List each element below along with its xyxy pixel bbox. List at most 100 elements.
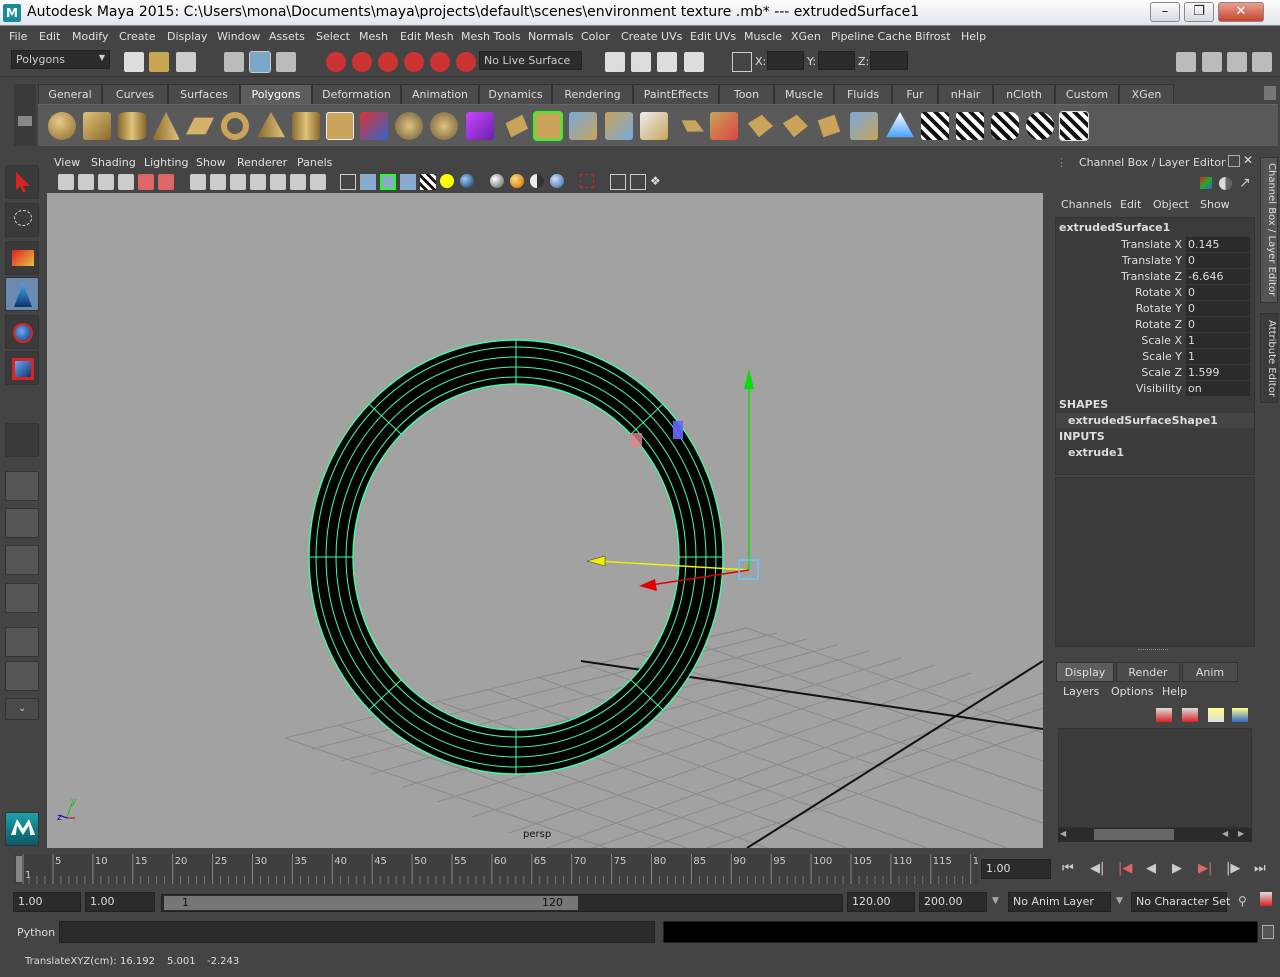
help-menu[interactable]: Help <box>1162 685 1187 698</box>
render-current-frame-icon[interactable] <box>631 52 651 72</box>
menu-create-uvs[interactable]: Create UVs <box>621 30 682 43</box>
viewport-menu-shading[interactable]: Shading <box>91 156 136 169</box>
menu-help[interactable]: Help <box>961 30 986 43</box>
lasso-tool-icon[interactable] <box>5 203 39 237</box>
default-light-icon[interactable] <box>440 174 454 188</box>
options-menu[interactable]: Options <box>1111 685 1153 698</box>
attr-row[interactable]: Scale Z 1.599 <box>1056 365 1252 381</box>
persp-graph-layout-icon[interactable] <box>5 583 39 613</box>
move-layer-down-icon[interactable] <box>1182 708 1198 722</box>
screen-space-ao-icon[interactable] <box>490 174 504 188</box>
start-time-field[interactable]: 1.00 <box>13 892 81 912</box>
create-empty-layer-icon[interactable] <box>1208 708 1224 722</box>
pivot-handle-red[interactable] <box>630 433 642 447</box>
film-gate-icon[interactable] <box>210 174 226 190</box>
shelf-tab-muscle[interactable]: Muscle <box>774 84 834 104</box>
rotate-tool-icon[interactable] <box>5 315 39 349</box>
quadrangulate-icon[interactable] <box>782 114 808 138</box>
smooth-icon[interactable] <box>466 112 494 140</box>
shelf-tab-dynamics[interactable]: Dynamics <box>479 84 552 104</box>
float-panel-icon[interactable] <box>1228 155 1240 167</box>
menu-normals[interactable]: Normals <box>528 30 574 43</box>
current-time-marker[interactable] <box>16 856 22 882</box>
y-axis-handle[interactable] <box>744 369 754 389</box>
snap-grid-icon[interactable] <box>326 52 346 72</box>
menu-create[interactable]: Create <box>119 30 156 43</box>
attr-row[interactable]: Scale Y1 <box>1056 349 1252 365</box>
attr-row[interactable]: Translate Y0 <box>1056 253 1252 269</box>
channels-menu[interactable]: Channels <box>1061 198 1112 211</box>
play-backwards-icon[interactable]: ◀ <box>1146 861 1156 876</box>
viewport-menu-renderer[interactable]: Renderer <box>237 156 287 169</box>
scale-tool-icon[interactable] <box>5 351 39 385</box>
safe-action-icon[interactable] <box>290 174 306 190</box>
shelf-tab-custom[interactable]: Custom <box>1055 84 1119 104</box>
step-back-frame-icon[interactable]: ◀| <box>1090 861 1104 876</box>
current-frame-field[interactable]: 1.00 <box>981 859 1051 879</box>
xray-icon[interactable] <box>610 174 626 190</box>
shelf-tab-curves[interactable]: Curves <box>102 84 168 104</box>
wireframe-icon[interactable] <box>340 174 356 190</box>
character-set-dropdown[interactable]: No Character Set <box>1131 892 1230 912</box>
command-input[interactable] <box>59 921 655 943</box>
attr-row[interactable]: Rotate Z0 <box>1056 317 1252 333</box>
move-tool-icon[interactable] <box>5 277 39 311</box>
tab-channel-box-layer-editor[interactable]: Channel Box / Layer Editor <box>1260 157 1278 303</box>
magnet-icon[interactable] <box>456 52 476 72</box>
image-plane-icon[interactable] <box>118 174 134 190</box>
playback-end-field[interactable]: 120.00 <box>847 892 915 912</box>
animation-preferences-icon[interactable] <box>1260 892 1272 906</box>
checker-uv-icon[interactable] <box>921 112 949 140</box>
step-back-key-icon[interactable]: |◀ <box>1118 861 1132 876</box>
menu-muscle[interactable]: Muscle <box>744 30 782 43</box>
shelf-tab-painteffects[interactable]: PaintEffects <box>633 84 719 104</box>
go-to-start-icon[interactable]: ⏮ <box>1062 861 1074 876</box>
layer-tab-anim[interactable]: Anim <box>1182 662 1238 682</box>
new-scene-icon[interactable] <box>124 52 144 72</box>
layers-menu[interactable]: Layers <box>1063 685 1099 698</box>
end-time-field[interactable]: 200.00 <box>919 892 987 912</box>
uv-editor-icon[interactable] <box>1059 111 1089 141</box>
menu-color[interactable]: Color <box>581 30 610 43</box>
separate-icon[interactable] <box>395 112 423 140</box>
wireframe-on-shaded-icon[interactable] <box>380 174 396 190</box>
extrude-icon[interactable] <box>533 111 563 141</box>
toggle-modeling-toolkit-icon[interactable] <box>1176 52 1196 72</box>
attr-row[interactable]: Visibility on <box>1056 381 1252 397</box>
perspective-viewport[interactable]: y z persp <box>47 193 1043 848</box>
layer-tab-display[interactable]: Display <box>1056 662 1114 682</box>
safe-title-icon[interactable] <box>310 174 326 190</box>
bookmarks-icon[interactable] <box>98 174 114 190</box>
range-bar[interactable]: 1 120 <box>161 894 843 912</box>
time-slider-track[interactable]: 1 5 10 15 20 25 30 35 40 45 50 55 60 65 70 75 80 85 90 95 10… <box>14 854 985 884</box>
planar-mapping-icon[interactable] <box>850 112 878 140</box>
use-all-lights-icon[interactable] <box>420 174 436 190</box>
mirror-icon[interactable] <box>505 114 528 138</box>
menu-window[interactable]: Window <box>217 30 260 43</box>
edit-menu[interactable]: Edit <box>1120 198 1141 211</box>
maximize-button[interactable]: ❐ <box>1184 2 1214 22</box>
open-scene-icon[interactable] <box>149 52 169 72</box>
xray-joints-icon[interactable]: ❖ <box>650 174 666 190</box>
shelf-tab-polygons[interactable]: Polygons <box>240 84 312 104</box>
shelf-tab-general[interactable]: General <box>38 84 102 104</box>
four-view-layout-icon[interactable] <box>5 508 39 538</box>
menu-edit-mesh[interactable]: Edit Mesh <box>400 30 454 43</box>
menu-mesh[interactable]: Mesh <box>359 30 388 43</box>
poly-pyramid-icon[interactable] <box>257 112 285 138</box>
viewport-menu-view[interactable]: View <box>54 156 80 169</box>
shelf-tab-deformation[interactable]: Deformation <box>312 84 401 104</box>
object-menu[interactable]: Object <box>1153 198 1189 211</box>
select-camera-icon[interactable] <box>58 174 74 190</box>
transform-input-icon[interactable] <box>732 52 752 72</box>
close-button[interactable]: ✕ <box>1218 2 1264 22</box>
shelf-menu-icon[interactable] <box>18 116 32 126</box>
anim-layer-dropdown[interactable]: No Anim Layer <box>1008 892 1111 912</box>
append-polygon-icon[interactable] <box>605 112 633 140</box>
grease-pencil-icon[interactable] <box>158 174 174 190</box>
isolate-select-icon[interactable] <box>580 174 594 188</box>
scrollbar-thumb[interactable] <box>1094 829 1174 840</box>
persp-outliner-layout-icon[interactable] <box>5 545 39 575</box>
key-icon[interactable]: ⚲ <box>1238 894 1247 908</box>
toggle-tool-settings-icon[interactable] <box>1227 52 1247 72</box>
